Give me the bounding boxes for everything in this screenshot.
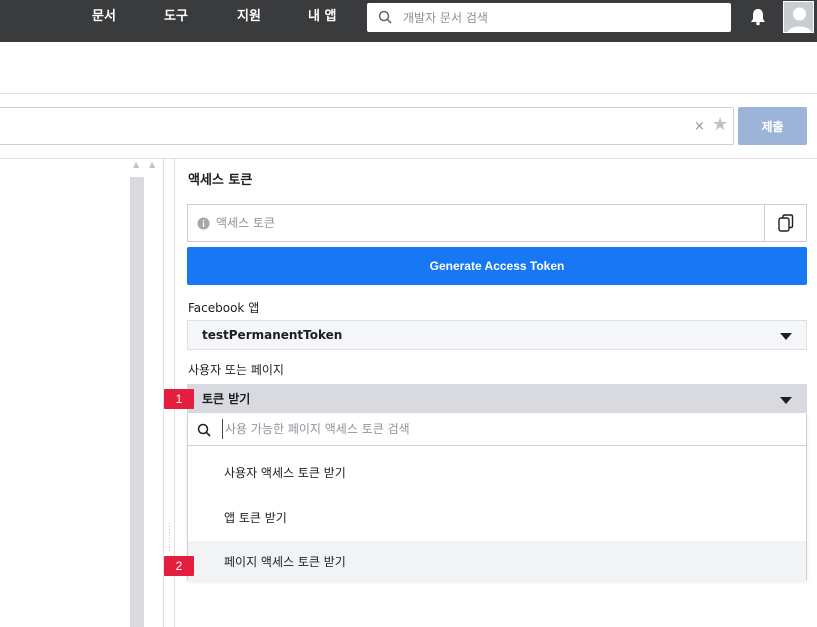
dropdown-item-label: 앱 토큰 받기 — [224, 511, 287, 525]
token-dropdown-menu: 사용자 액세스 토큰 받기 앱 토큰 받기 페이지 액세스 토큰 받기 — [187, 413, 807, 583]
dropdown-item-user-token[interactable]: 사용자 액세스 토큰 받기 — [188, 452, 806, 494]
access-token-field[interactable] — [187, 204, 807, 242]
search-icon — [378, 10, 392, 24]
nav-my-apps[interactable]: 내 앱 — [308, 8, 336, 26]
avatar[interactable] — [783, 1, 814, 33]
user-or-page-value: 토큰 받기 — [202, 392, 251, 406]
page-token-search-input[interactable] — [222, 419, 782, 439]
search-icon — [197, 423, 211, 437]
left-scrollbar[interactable] — [130, 177, 144, 627]
facebook-app-label: Facebook 앱 — [188, 301, 260, 315]
facebook-app-select[interactable]: testPermanentToken — [187, 320, 807, 350]
star-icon[interactable]: ★ — [712, 116, 728, 134]
resize-grip-icon[interactable] — [168, 522, 171, 552]
bell-icon[interactable] — [750, 8, 766, 26]
copy-token-button[interactable] — [764, 205, 806, 241]
scroll-up-icon-2[interactable]: ▲ — [149, 161, 155, 169]
access-token-title: 액세스 토큰 — [188, 173, 253, 188]
graph-query-field[interactable] — [0, 107, 734, 145]
scroll-up-icon[interactable]: ▲ — [133, 161, 139, 169]
caret-down-icon — [780, 397, 792, 404]
access-token-input[interactable] — [216, 213, 756, 233]
dropdown-item-label: 사용자 액세스 토큰 받기 — [224, 466, 346, 480]
top-navigation-bar: 문서 도구 지원 내 앱 — [0, 0, 817, 42]
caret-down-icon — [780, 333, 792, 340]
nav-support[interactable]: 지원 — [237, 8, 261, 26]
facebook-app-value: testPermanentToken — [202, 328, 343, 342]
user-or-page-select[interactable]: 토큰 받기 — [187, 384, 807, 414]
copy-icon — [778, 214, 794, 232]
dropdown-search[interactable] — [188, 413, 806, 446]
generate-access-token-button[interactable]: Generate Access Token — [187, 247, 807, 285]
clear-query-icon[interactable]: × — [694, 120, 705, 133]
nav-docs[interactable]: 문서 — [92, 8, 116, 26]
developer-search-input[interactable] — [403, 7, 723, 28]
header-divider — [0, 93, 817, 94]
user-silhouette-icon — [784, 2, 813, 32]
toolbar-divider — [0, 158, 817, 159]
developer-search[interactable] — [367, 3, 731, 32]
dropdown-item-app-token[interactable]: 앱 토큰 받기 — [188, 497, 806, 539]
info-icon — [197, 217, 210, 230]
submit-button[interactable]: 제출 — [738, 107, 807, 145]
user-or-page-label: 사용자 또는 페이지 — [188, 363, 284, 377]
dropdown-item-label: 페이지 액세스 토큰 받기 — [224, 555, 346, 569]
dropdown-item-page-token[interactable]: 페이지 액세스 토큰 받기 — [188, 541, 806, 583]
step-badge-1: 1 — [164, 389, 194, 409]
step-badge-2: 2 — [164, 556, 194, 576]
nav-tools[interactable]: 도구 — [164, 8, 188, 26]
